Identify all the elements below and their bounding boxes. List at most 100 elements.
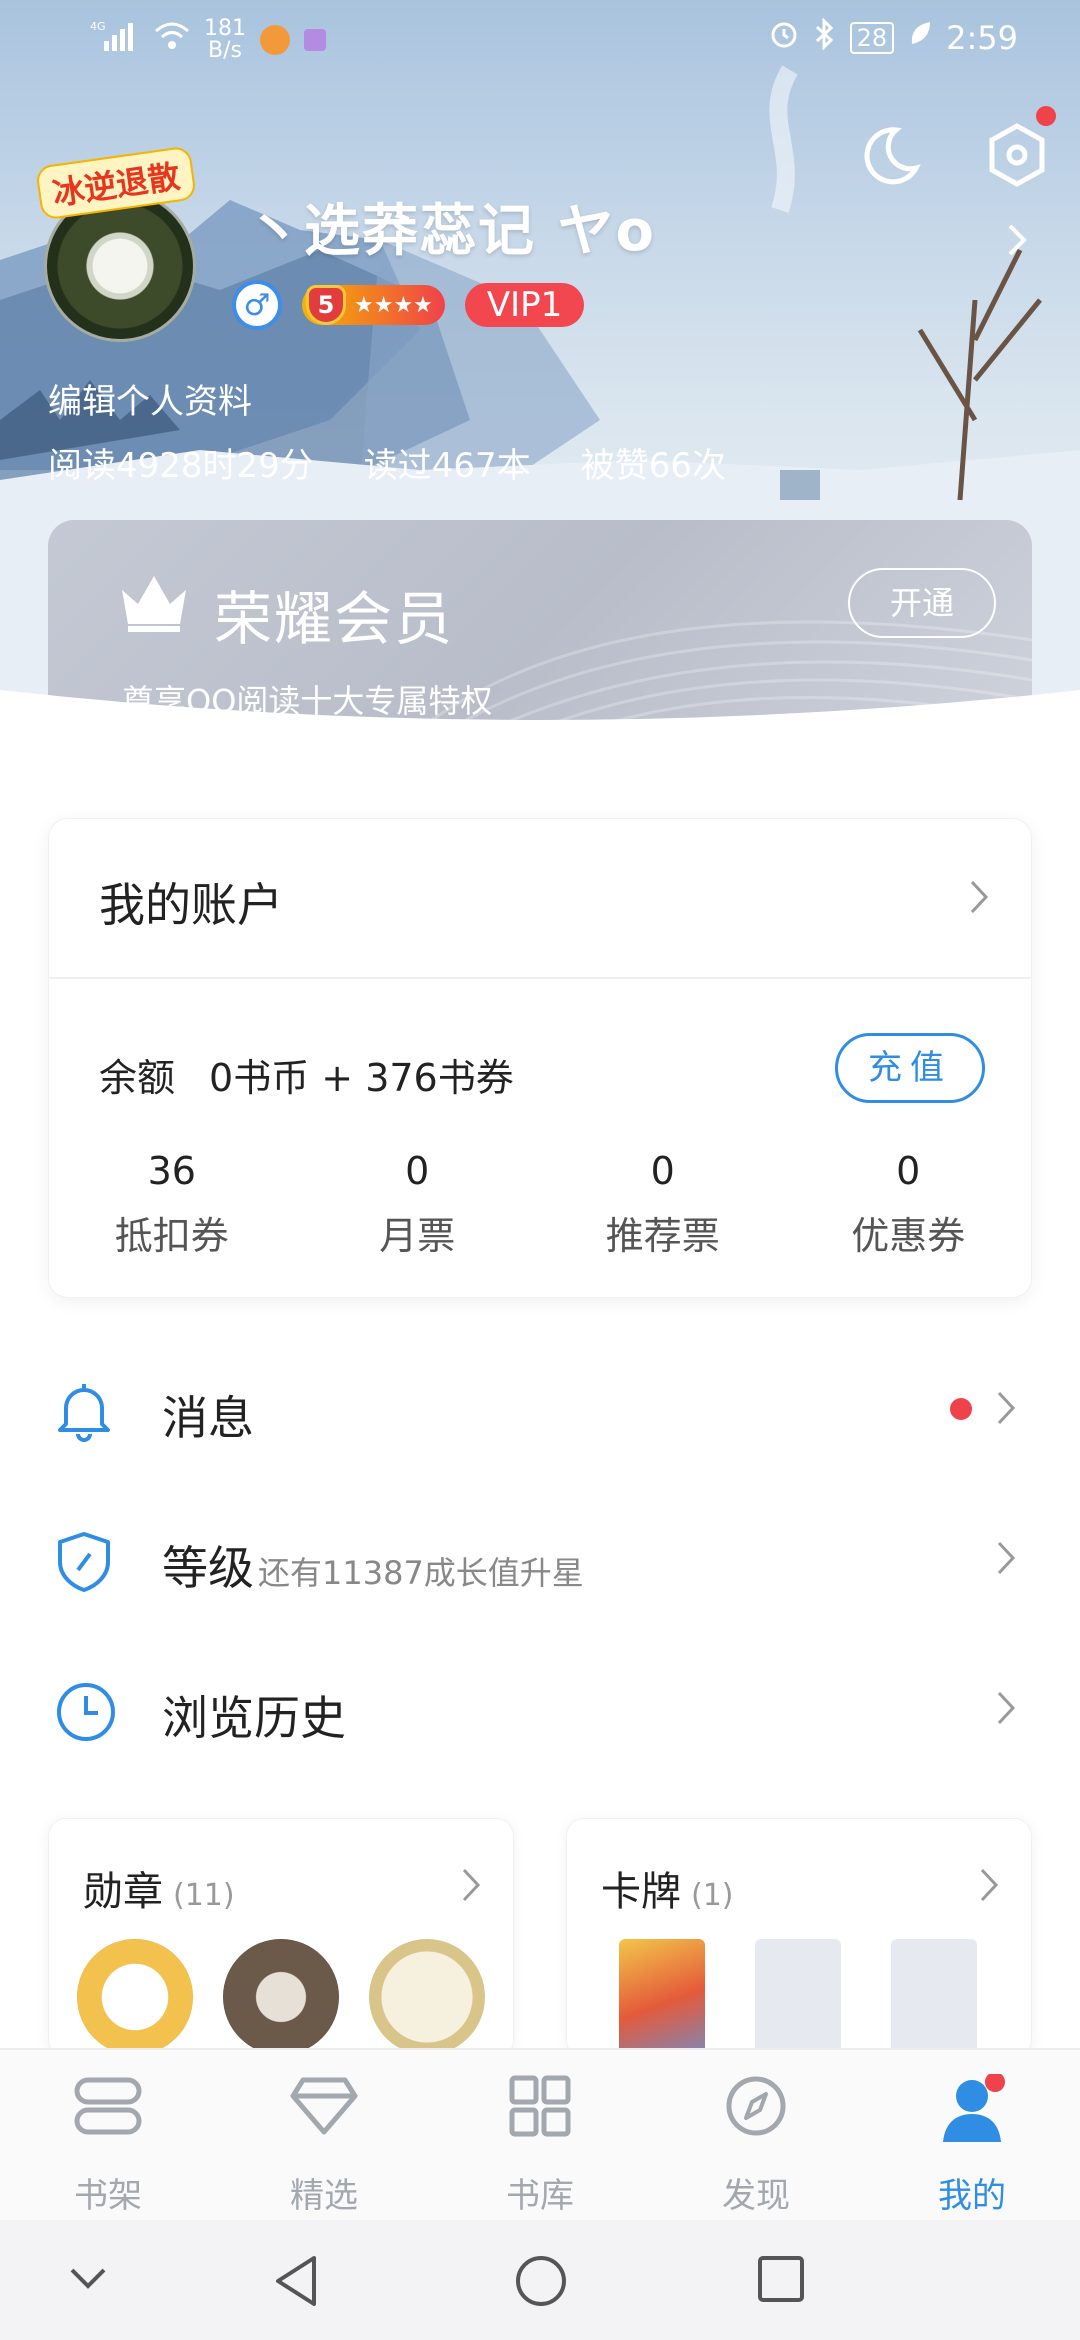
avatar-container[interactable]: 冰逆退散: [35, 145, 200, 342]
medal-badge[interactable]: [223, 1939, 339, 2055]
messages-notification-dot: [950, 1398, 972, 1420]
deduction-coupon-label: 抵扣券: [114, 1214, 229, 1258]
level-stars: ★★★★: [354, 292, 433, 318]
medals-chevron-right-icon: [461, 1867, 483, 1907]
tab-bookshelf-label: 书架: [74, 2176, 142, 2216]
level-row[interactable]: 等级 还有11387成长值升星: [48, 1504, 1032, 1614]
cards-card[interactable]: 卡牌 (1): [566, 1818, 1032, 2058]
home-circle-icon[interactable]: [514, 2254, 568, 2312]
monthly-ticket-label: 月票: [379, 1214, 456, 1258]
member-title: 荣耀会员: [214, 585, 455, 653]
tab-discover-label: 发现: [722, 2176, 790, 2216]
recommend-ticket-item[interactable]: 0 推荐票: [540, 1149, 786, 1260]
card-placeholder: [755, 1939, 841, 2057]
nickname[interactable]: 丶选莽蕊记 ヤo: [246, 186, 656, 267]
network-speed-unit: B/s: [208, 38, 242, 63]
clock: 2:59: [946, 19, 1018, 57]
discount-coupon-item[interactable]: 0 优惠券: [786, 1149, 1032, 1260]
vip-badge[interactable]: VIP1: [464, 283, 585, 327]
level-label: 等级 还有11387成长值升星: [162, 1532, 584, 1598]
leaf-icon: [908, 20, 932, 56]
bookshelf-icon: [73, 2074, 143, 2142]
night-mode-button[interactable]: [856, 120, 926, 190]
svg-text:4G: 4G: [90, 20, 106, 33]
bottom-tab-bar: 书架 精选 书库 发现 我的: [0, 2048, 1080, 2220]
notification-app-icon: [260, 25, 290, 55]
edit-profile-link[interactable]: 编辑个人资料: [48, 374, 252, 423]
history-chevron-right-icon: [996, 1690, 1018, 1730]
recharge-button[interactable]: 充值: [835, 1033, 985, 1103]
shield-icon: [54, 1530, 114, 1598]
settings-button[interactable]: [982, 106, 1056, 190]
account-chevron-right-icon: [969, 879, 991, 919]
open-membership-button[interactable]: 开通: [848, 568, 996, 638]
cards-title: 卡牌: [601, 1869, 681, 1915]
books-read-stat: 读过467本: [363, 446, 531, 486]
wifi-icon: [154, 21, 190, 59]
monthly-ticket-item[interactable]: 0 月票: [295, 1149, 541, 1260]
notification-gallery-icon: [304, 29, 326, 51]
card-thumbnail[interactable]: [619, 1939, 705, 2057]
profile-chevron-right-icon[interactable]: [1006, 222, 1030, 262]
medal-badge[interactable]: [77, 1939, 193, 2055]
signal-icon: 4G: [90, 19, 140, 61]
deduction-coupon-item[interactable]: 36 抵扣券: [49, 1149, 295, 1260]
person-icon: [937, 2072, 1007, 2148]
profile-header: 4G 181 B/s 28 2:59 冰逆退散 丶选莽蕊记 ヤo ♂ 5 ★★★…: [0, 0, 1080, 760]
level-title: 等级: [162, 1541, 254, 1595]
monthly-ticket-count: 0: [405, 1149, 430, 1193]
settings-hexagon-icon: [989, 123, 1045, 187]
crown-icon: [118, 570, 190, 638]
recommend-ticket-count: 0: [650, 1149, 675, 1193]
male-gender-icon: ♂: [232, 280, 282, 330]
messages-chevron-right-icon: [996, 1390, 1018, 1430]
my-account-card: 我的账户 余额 0书币 + 376书券 充值 36 抵扣券 0 月票 0 推荐票…: [48, 818, 1032, 1298]
cards-count: (1): [691, 1878, 734, 1913]
deduction-coupon-count: 36: [147, 1149, 196, 1193]
header-curve: [0, 690, 1080, 760]
moon-icon: [864, 127, 921, 185]
tab-me[interactable]: 我的: [864, 2050, 1080, 2220]
medals-card[interactable]: 勋章 (11): [48, 1818, 514, 2058]
level-hint: 还有11387成长值升星: [258, 1554, 584, 1592]
tab-discover[interactable]: 发现: [648, 2050, 864, 2220]
messages-label: 消息: [162, 1391, 254, 1445]
tab-library[interactable]: 书库: [432, 2050, 648, 2220]
profile-badges: ♂ 5 ★★★★ VIP1: [232, 280, 585, 330]
level-badge[interactable]: 5 ★★★★: [302, 285, 445, 325]
messages-row[interactable]: 消息: [48, 1354, 1032, 1464]
history-row[interactable]: 浏览历史: [48, 1654, 1032, 1764]
tab-library-label: 书库: [506, 2176, 574, 2216]
collapse-chevron-down-icon[interactable]: [66, 2254, 110, 2308]
tab-bookshelf[interactable]: 书架: [0, 2050, 216, 2220]
settings-notification-dot: [1036, 106, 1056, 126]
grid-icon: [508, 2074, 572, 2142]
recents-square-icon[interactable]: [756, 2254, 806, 2308]
balance-value: 0书币 + 376书券: [209, 1056, 514, 1100]
compass-icon: [724, 2074, 788, 2142]
cards-header: 卡牌 (1): [601, 1859, 734, 1917]
discount-coupon-label: 优惠券: [851, 1214, 966, 1258]
card-placeholder: [891, 1939, 977, 2057]
discount-coupon-count: 0: [896, 1149, 921, 1193]
medals-title: 勋章: [83, 1869, 163, 1915]
clock-icon: [54, 1680, 118, 1748]
system-navigation-bar: [0, 2220, 1080, 2340]
medal-badge[interactable]: [369, 1939, 485, 2055]
tab-featured[interactable]: 精选: [216, 2050, 432, 2220]
my-account-title: 我的账户: [99, 878, 283, 932]
balance-row: 余额 0书币 + 376书券: [99, 1047, 514, 1102]
balance-label: 余额: [99, 1056, 176, 1100]
my-account-header[interactable]: 我的账户: [49, 819, 1031, 979]
reading-time-stat: 阅读4928时29分: [48, 446, 314, 486]
tab-me-label: 我的: [938, 2176, 1006, 2216]
cards-chevron-right-icon: [979, 1867, 1001, 1907]
level-chevron-right-icon: [996, 1540, 1018, 1580]
bluetooth-icon: [814, 17, 836, 58]
back-triangle-icon[interactable]: [272, 2254, 322, 2312]
recommend-ticket-label: 推荐票: [605, 1214, 720, 1258]
network-speed: 181 B/s: [204, 18, 246, 62]
alarm-icon: [768, 18, 800, 58]
tab-featured-label: 精选: [290, 2176, 358, 2216]
battery-indicator: 28: [849, 22, 895, 54]
